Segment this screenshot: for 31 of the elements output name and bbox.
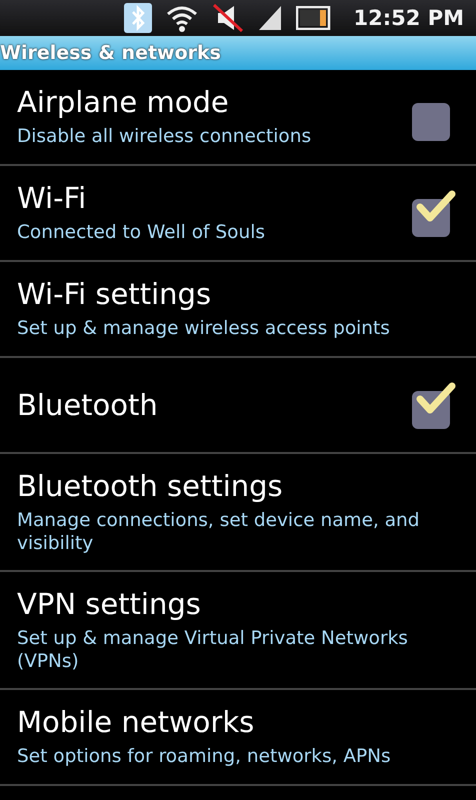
item-title: Wi-Fi: [17, 181, 88, 216]
item-title: Bluetooth settings: [17, 468, 284, 503]
settings-item[interactable]: VPN settings Set up & manage Virtual Private Networks (VPNs): [0, 572, 476, 690]
item-summary: Set up & manage wireless access points: [17, 317, 391, 341]
settings-item[interactable]: Bluetooth settings Manage connections, set device name, and visibility: [0, 454, 476, 572]
battery-icon: [296, 6, 332, 30]
settings-item[interactable]: Airplane mode Disable all wireless connections: [0, 70, 476, 166]
item-title: VPN settings: [17, 586, 202, 621]
status-time: 12:52 PM: [354, 6, 464, 30]
checkbox[interactable]: [412, 189, 458, 237]
checkbox[interactable]: [412, 381, 458, 429]
bluetooth-icon: [124, 3, 152, 33]
settings-item[interactable]: Wi-Fi Connected to Well of Souls: [0, 166, 476, 262]
settings-item[interactable]: Wi-Fi settings Set up & manage wireless access points: [0, 262, 476, 358]
item-title: Airplane mode: [17, 85, 230, 120]
signal-icon: [258, 4, 282, 32]
checkmark-icon: [416, 381, 456, 415]
settings-item[interactable]: Mobile networks Set options for roaming, networks, APNs: [0, 690, 476, 786]
item-summary: Set options for roaming, networks, APNs: [17, 745, 392, 769]
item-summary: Set up & manage Virtual Private Networks (VPNs): [17, 626, 409, 674]
item-summary: Disable all wireless connections: [17, 125, 312, 149]
checkmark-icon: [416, 189, 456, 223]
item-summary: Connected to Well of Souls: [17, 221, 266, 245]
muted-speaker-icon: [212, 3, 244, 33]
item-summary: Manage connections, set device name, and visibility: [17, 508, 421, 556]
settings-item[interactable]: Bluetooth: [0, 358, 476, 454]
item-title: Bluetooth: [17, 388, 159, 422]
section-title: Wireless & networks: [0, 42, 221, 64]
item-title: Mobile networks: [17, 705, 256, 740]
item-title: Wi-Fi settings: [17, 277, 212, 312]
wifi-icon: [166, 4, 198, 32]
